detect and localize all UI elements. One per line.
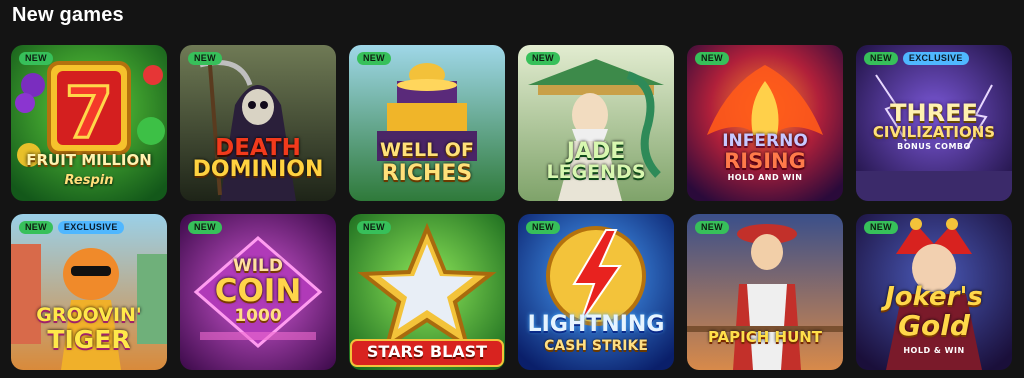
game-tile-groovin-tiger[interactable]: GROOVIN' TIGER NEW EXCLUSIVE — [11, 214, 167, 370]
game-subtitle: HOLD AND WIN — [727, 173, 803, 182]
game-tile-inferno-rising[interactable]: INFERNO RISING HOLD AND WIN NEW — [687, 45, 843, 201]
new-badge: NEW — [526, 221, 560, 234]
new-badge: NEW — [357, 52, 391, 65]
game-tile-fruit-million[interactable]: 7 FRUIT MILLION Respin NEW — [11, 45, 167, 201]
game-subtitle: HOLD & WIN — [903, 346, 965, 355]
game-title-line2: TIGER — [47, 325, 131, 354]
game-title: STARS BLAST — [366, 342, 488, 361]
game-subtitle: 1000 — [234, 306, 282, 326]
game-title: INFERNO — [722, 131, 808, 151]
new-badge: NEW — [357, 221, 391, 234]
game-title-line2: COIN — [214, 273, 302, 309]
game-title-line2: Gold — [898, 309, 970, 342]
game-tile-jade-legends[interactable]: JADE LEGENDS NEW — [518, 45, 674, 201]
game-title-line2: RISING — [724, 149, 806, 173]
game-title: WELL OF — [380, 139, 474, 161]
exclusive-badge: EXCLUSIVE — [57, 221, 124, 234]
new-badge: NEW — [188, 52, 222, 65]
game-subtitle: CASH STRIKE — [544, 338, 648, 354]
new-badge: NEW — [695, 52, 729, 65]
new-badge: NEW — [864, 52, 898, 65]
game-title: Joker's — [885, 282, 983, 312]
game-title: PAPICH HUNT — [707, 328, 823, 346]
game-title: GROOVIN' — [36, 304, 142, 326]
new-badge: NEW — [188, 221, 222, 234]
game-tile-three-civilizations[interactable]: THREE CIVILIZATIONS BONUS COMBO NEW EXCL… — [856, 45, 1012, 201]
game-tile-well-of-riches[interactable]: WELL OF RICHES NEW — [349, 45, 505, 201]
new-badge: NEW — [864, 221, 898, 234]
new-badge: NEW — [19, 52, 53, 65]
game-title-line2: LEGENDS — [546, 161, 646, 183]
game-subtitle: BONUS COMBO — [897, 142, 971, 151]
exclusive-badge: EXCLUSIVE — [902, 52, 969, 65]
new-badge: NEW — [526, 52, 560, 65]
game-subtitle: Respin — [64, 173, 114, 188]
svg-text:7: 7 — [65, 72, 114, 154]
game-tile-lightning-cash-strike[interactable]: LIGHTNING CASH STRIKE NEW — [518, 214, 674, 370]
game-title: LIGHTNING — [527, 312, 665, 337]
game-title-line2: RICHES — [381, 161, 473, 186]
new-badge: NEW — [19, 221, 53, 234]
game-title-line2: DOMINION — [192, 157, 324, 182]
game-title: THREE — [890, 99, 978, 127]
games-grid: 7 FRUIT MILLION Respin NEW DEATH DOMINIO… — [11, 45, 1012, 370]
new-badge: NEW — [695, 221, 729, 234]
game-tile-stars-blast[interactable]: STARS BLAST NEW — [349, 214, 505, 370]
game-title-line2: CIVILIZATIONS — [872, 123, 996, 141]
game-thumbnail — [687, 214, 843, 370]
game-tile-wild-coin-1000[interactable]: WILD COIN 1000 NEW — [180, 214, 336, 370]
game-tile-death-dominion[interactable]: DEATH DOMINION NEW — [180, 45, 336, 201]
section-title: New games — [12, 4, 124, 26]
game-tile-papich-hunt[interactable]: PAPICH HUNT NEW — [687, 214, 843, 370]
game-title: JADE — [566, 139, 626, 164]
game-tile-jokers-gold[interactable]: Joker's Gold HOLD & WIN NEW — [856, 214, 1012, 370]
game-title: FRUIT MILLION — [26, 151, 152, 169]
